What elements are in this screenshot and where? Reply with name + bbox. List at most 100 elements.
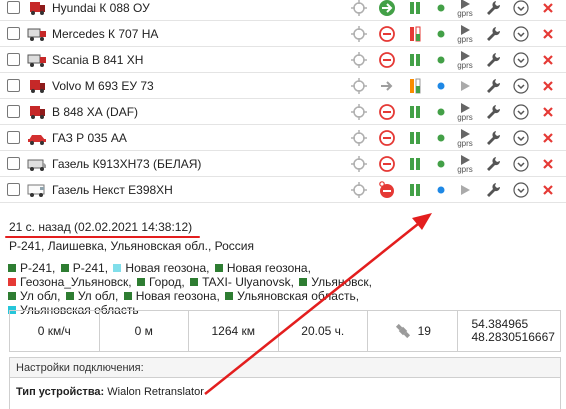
- unit-name[interactable]: Газель К913ХН73 (БЕЛАЯ): [52, 157, 201, 171]
- crosshair-icon: [351, 130, 367, 146]
- unit-name[interactable]: ГАЗ Р 035 АА: [52, 131, 127, 145]
- more-button[interactable]: [512, 77, 530, 95]
- unit-row[interactable]: В 848 ХА (DAF) gprs: [0, 99, 566, 125]
- unit-checkbox[interactable]: [7, 53, 20, 66]
- play-gray-icon: [461, 81, 470, 91]
- locate-button[interactable]: [350, 51, 368, 69]
- edit-button[interactable]: [484, 155, 502, 173]
- unit-row[interactable]: Scania В 841 ХН gprs: [0, 47, 566, 73]
- unit-row[interactable]: ГАЗ Р 035 АА gprs: [0, 125, 566, 151]
- delete-button[interactable]: [539, 103, 557, 121]
- geozone-item: Новая геозона,: [113, 261, 210, 275]
- pause-green-icon: [410, 132, 420, 144]
- more-button[interactable]: [512, 0, 530, 17]
- locate-button[interactable]: [350, 103, 368, 121]
- edit-button[interactable]: [484, 25, 502, 43]
- locate-button[interactable]: [350, 77, 368, 95]
- geozone-label: Ул обл,: [20, 289, 61, 303]
- unit-name[interactable]: Volvo М 693 ЕУ 73: [52, 79, 154, 93]
- signal-indicator[interactable]: gprs: [456, 152, 474, 176]
- geozone-item: Р-241,: [60, 261, 108, 275]
- geozone-label: Новая геозона,: [226, 261, 311, 275]
- delete-button[interactable]: [539, 129, 557, 147]
- unit-name[interactable]: В 848 ХА (DAF): [52, 105, 138, 119]
- green-dot-icon: [437, 4, 445, 12]
- more-button[interactable]: [512, 155, 530, 173]
- geozone-color-swatch: [136, 278, 145, 286]
- chevron-down-icon: [513, 26, 529, 42]
- delete-button[interactable]: [539, 181, 557, 199]
- no-entry-icon: [379, 26, 395, 42]
- locate-button[interactable]: [350, 0, 368, 17]
- unit-checkbox[interactable]: [7, 157, 20, 170]
- delete-button[interactable]: [539, 77, 557, 95]
- pause-green-icon: [410, 2, 420, 14]
- gprs-label: gprs: [457, 61, 473, 70]
- device-type: Тип устройства: Wialon Retranslator: [16, 386, 204, 398]
- edit-button[interactable]: [484, 77, 502, 95]
- no-entry-icon: [379, 156, 395, 172]
- delete-button[interactable]: [539, 0, 557, 17]
- signal-indicator[interactable]: gprs: [456, 126, 474, 150]
- unit-checkbox[interactable]: [7, 183, 20, 196]
- geozone-item: Геозона_Ульяновск,: [8, 275, 132, 289]
- truck-icon: [27, 54, 46, 67]
- unit-details-panel: 21 с. назад (02.02.2021 14:38:12) Р-241,…: [0, 211, 566, 409]
- unit-row[interactable]: Hyundai К 088 ОУ gprs: [0, 0, 566, 21]
- geozone-label: Р-241,: [20, 261, 56, 275]
- locate-button[interactable]: [350, 129, 368, 147]
- unit-checkbox[interactable]: [7, 1, 20, 14]
- edit-button[interactable]: [484, 103, 502, 121]
- unit-row[interactable]: Volvo М 693 ЕУ 73: [0, 73, 566, 99]
- gprs-label: gprs: [457, 165, 473, 174]
- more-button[interactable]: [512, 129, 530, 147]
- unit-checkbox[interactable]: [7, 79, 20, 92]
- more-button[interactable]: [512, 103, 530, 121]
- connection-dot: [432, 103, 450, 121]
- edit-button[interactable]: [484, 51, 502, 69]
- signal-indicator[interactable]: gprs: [456, 22, 474, 46]
- edit-button[interactable]: [484, 181, 502, 199]
- geozone-label: TAXI- Ulyanovsk,: [202, 275, 294, 289]
- geozone-color-swatch: [123, 292, 132, 300]
- locate-button[interactable]: [350, 25, 368, 43]
- edit-button[interactable]: [484, 0, 502, 17]
- unit-name[interactable]: Газель Некст Е398ХН: [52, 183, 173, 197]
- wrench-icon: [487, 157, 501, 171]
- device-type-label: Тип устройства:: [16, 386, 105, 398]
- green-dot-icon: [437, 160, 445, 168]
- signal-indicator[interactable]: [456, 178, 474, 202]
- geozone-color-swatch: [225, 292, 234, 300]
- unit-row[interactable]: Газель Некст Е398ХН: [0, 177, 566, 203]
- more-button[interactable]: [512, 25, 530, 43]
- unit-name[interactable]: Hyundai К 088 ОУ: [52, 1, 150, 15]
- unit-row[interactable]: Mercedes К 707 НА gprs: [0, 21, 566, 47]
- unit-name[interactable]: Scania В 841 ХН: [52, 53, 143, 67]
- locate-button[interactable]: [350, 155, 368, 173]
- delete-button[interactable]: [539, 25, 557, 43]
- unit-checkbox[interactable]: [7, 131, 20, 144]
- close-icon: [543, 29, 553, 39]
- wrench-icon: [487, 79, 501, 93]
- ignition-indicator: [406, 129, 424, 147]
- arrow-gray-icon: [381, 81, 393, 91]
- signal-indicator[interactable]: gprs: [456, 100, 474, 124]
- mileage-value: 1264 км: [189, 311, 279, 351]
- more-button[interactable]: [512, 51, 530, 69]
- unit-row[interactable]: Газель К913ХН73 (БЕЛАЯ) gprs: [0, 151, 566, 177]
- delete-button[interactable]: [539, 155, 557, 173]
- more-button[interactable]: [512, 181, 530, 199]
- delete-button[interactable]: [539, 51, 557, 69]
- edit-button[interactable]: [484, 129, 502, 147]
- signal-indicator[interactable]: [456, 74, 474, 98]
- geozone-color-swatch: [214, 264, 223, 272]
- unit-name[interactable]: Mercedes К 707 НА: [52, 27, 158, 41]
- locate-button[interactable]: [350, 181, 368, 199]
- signal-indicator[interactable]: gprs: [456, 48, 474, 72]
- signal-indicator[interactable]: gprs: [456, 0, 474, 20]
- close-icon: [543, 55, 553, 65]
- unit-checkbox[interactable]: [7, 105, 20, 118]
- unit-checkbox[interactable]: [7, 27, 20, 40]
- blue-dot-icon: [437, 186, 445, 194]
- geozone-color-swatch: [299, 278, 308, 286]
